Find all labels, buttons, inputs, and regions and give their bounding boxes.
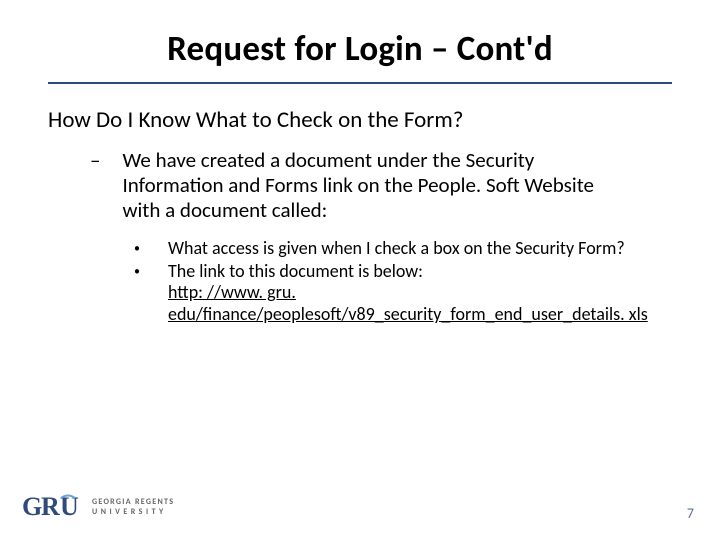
svg-text:R: R bbox=[41, 492, 60, 521]
bullet-text-0: What access is given when I check a box … bbox=[168, 238, 643, 260]
bullet-text-1: The link to this document is below: http… bbox=[168, 261, 672, 326]
page-number: 7 bbox=[687, 505, 698, 522]
footer: G R U GEORGIA REGENTS UNIVERSITY 7 bbox=[0, 490, 720, 522]
slide-subheading: How Do I Know What to Check on the Form? bbox=[48, 106, 672, 134]
svg-text:G: G bbox=[22, 492, 42, 521]
logo: G R U GEORGIA REGENTS UNIVERSITY bbox=[22, 490, 174, 522]
logo-line1: GEORGIA REGENTS bbox=[92, 498, 174, 506]
bullet-dot: • bbox=[134, 261, 140, 326]
logo-line2: UNIVERSITY bbox=[92, 508, 174, 516]
slide-title: Request for Login – Cont'd bbox=[48, 28, 672, 84]
dash-text: We have created a document under the Sec… bbox=[122, 148, 672, 224]
list-item: • The link to this document is below: ht… bbox=[134, 261, 672, 326]
document-link[interactable]: http: //www. gru. edu/finance/peoplesoft… bbox=[168, 281, 648, 325]
logo-mark-icon: G R U bbox=[22, 490, 84, 522]
bullet-dot: • bbox=[134, 238, 140, 260]
bullet-list: • What access is given when I check a bo… bbox=[90, 238, 672, 326]
list-item: • What access is given when I check a bo… bbox=[134, 238, 672, 260]
dash-bullet: – bbox=[90, 148, 100, 224]
body-block: – We have created a document under the S… bbox=[48, 148, 672, 325]
dash-item: – We have created a document under the S… bbox=[90, 148, 672, 224]
logo-text: GEORGIA REGENTS UNIVERSITY bbox=[92, 496, 174, 516]
slide: Request for Login – Cont'd How Do I Know… bbox=[0, 0, 720, 540]
bullet-intro: The link to this document is below: bbox=[168, 260, 423, 282]
